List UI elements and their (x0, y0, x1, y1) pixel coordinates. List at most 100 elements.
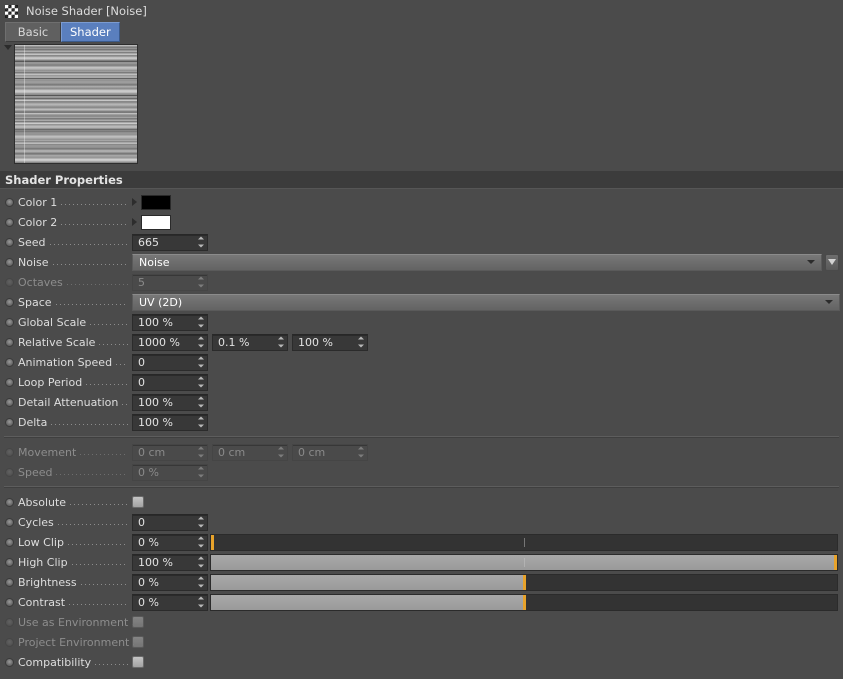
brightness-slider[interactable] (210, 573, 838, 591)
high-clip-slider-handle[interactable] (834, 554, 837, 570)
contrast-input[interactable]: 0 % (132, 593, 208, 611)
brightness-input[interactable]: 0 % (132, 573, 208, 591)
relative-scale-x-value: 1000 % (138, 335, 180, 349)
spinner-icon[interactable] (197, 596, 204, 608)
row-relative-scale: Relative Scale 1000 % 0.1 % 100 % (0, 332, 843, 352)
movement-z-value: 0 cm (298, 445, 326, 459)
tab-basic[interactable]: Basic (5, 22, 61, 42)
row-movement: Movement 0 cm 0 cm 0 cm (0, 442, 843, 462)
shader-preview-thumbnail[interactable] (14, 44, 138, 164)
row-seed: Seed 665 (0, 232, 843, 252)
animate-dot-icon[interactable] (5, 337, 14, 347)
low-clip-input[interactable]: 0 % (132, 533, 208, 551)
spinner-icon[interactable] (197, 336, 204, 348)
animate-dot-icon[interactable] (5, 517, 14, 527)
compatibility-checkbox[interactable] (132, 656, 144, 668)
spinner-icon[interactable] (357, 336, 364, 348)
spinner-icon (197, 276, 204, 288)
high-clip-input[interactable]: 100 % (132, 553, 208, 571)
space-dropdown[interactable]: UV (2D) (132, 293, 840, 311)
leader-dots (90, 317, 128, 328)
label-block-loop-period: Loop Period (5, 376, 132, 389)
animation-speed-input[interactable]: 0 (132, 353, 208, 371)
delta-value: 100 % (138, 415, 173, 429)
animate-dot-icon[interactable] (5, 597, 14, 607)
label-block-compatibility: Compatibility (5, 656, 132, 669)
preview-collapse-triangle-icon[interactable] (2, 45, 14, 50)
animate-dot-icon[interactable] (5, 317, 14, 327)
label-block-octaves: Octaves (5, 276, 132, 289)
spinner-icon[interactable] (197, 236, 204, 248)
brightness-slider-handle[interactable] (523, 574, 526, 590)
spinner-icon[interactable] (197, 396, 204, 408)
spinner-icon[interactable] (197, 416, 204, 428)
spinner-icon[interactable] (197, 556, 204, 568)
animate-dot-icon (5, 277, 14, 287)
animate-dot-icon[interactable] (5, 417, 14, 427)
label-block-animation-speed: Animation Speed (5, 356, 132, 369)
animate-dot-icon[interactable] (5, 257, 14, 267)
relative-scale-z-input[interactable]: 100 % (292, 333, 368, 351)
label-absolute: Absolute (18, 495, 67, 509)
cycles-input[interactable]: 0 (132, 513, 208, 531)
noise-preset-button[interactable] (825, 253, 839, 271)
seed-input[interactable]: 665 (132, 233, 208, 251)
global-scale-input[interactable]: 100 % (132, 313, 208, 331)
spinner-icon[interactable] (197, 316, 204, 328)
relative-scale-x-input[interactable]: 1000 % (132, 333, 208, 351)
section-divider (4, 486, 839, 488)
low-clip-slider-handle[interactable] (211, 534, 214, 550)
label-high-clip: High Clip (18, 555, 68, 569)
absolute-checkbox[interactable] (132, 496, 144, 508)
spinner-icon[interactable] (197, 376, 204, 388)
label-global-scale: Global Scale (18, 315, 87, 329)
leader-dots (61, 197, 128, 208)
label-color-1: Color 1 (18, 195, 58, 209)
preview-noise-pattern-overlay (15, 45, 137, 163)
animate-dot-icon[interactable] (5, 217, 14, 227)
spinner-icon[interactable] (197, 356, 204, 368)
animate-dot-icon[interactable] (5, 237, 14, 247)
expand-triangle-icon-color-1[interactable] (132, 198, 137, 206)
loop-period-input[interactable]: 0 (132, 373, 208, 391)
delta-input[interactable]: 100 % (132, 413, 208, 431)
contrast-slider-handle[interactable] (523, 594, 526, 610)
animate-dot-icon[interactable] (5, 297, 14, 307)
detail-attenuation-input[interactable]: 100 % (132, 393, 208, 411)
color-swatch-color-2[interactable] (141, 214, 171, 230)
animate-dot-icon[interactable] (5, 537, 14, 547)
loop-period-value: 0 (138, 375, 145, 389)
noise-type-dropdown[interactable]: Noise (132, 253, 822, 271)
leader-dots (86, 377, 128, 388)
animate-dot-icon[interactable] (5, 397, 14, 407)
animate-dot-icon[interactable] (5, 577, 14, 587)
spinner-icon[interactable] (277, 336, 284, 348)
row-low-clip: Low Clip 0 % (0, 532, 843, 552)
row-octaves: Octaves 5 (0, 272, 843, 292)
label-movement: Movement (18, 445, 77, 459)
low-clip-slider[interactable] (210, 533, 838, 551)
animate-dot-icon[interactable] (5, 377, 14, 387)
animate-dot-icon[interactable] (5, 497, 14, 507)
expand-triangle-icon-color-2[interactable] (132, 218, 137, 226)
label-noise: Noise (18, 255, 49, 269)
spinner-icon[interactable] (197, 536, 204, 548)
animate-dot-icon[interactable] (5, 197, 14, 207)
spinner-icon[interactable] (197, 576, 204, 588)
spinner-icon (197, 446, 204, 458)
color-swatch-color-1[interactable] (141, 194, 171, 210)
animate-dot-icon[interactable] (5, 557, 14, 567)
relative-scale-y-input[interactable]: 0.1 % (212, 333, 288, 351)
label-block-cycles: Cycles (5, 516, 132, 529)
relative-scale-y-value: 0.1 % (218, 335, 250, 349)
checkerboard-icon (5, 4, 18, 18)
tab-shader[interactable]: Shader (61, 22, 120, 42)
animate-dot-icon[interactable] (5, 357, 14, 367)
leader-dots (61, 217, 128, 228)
preview-guide-line (24, 45, 25, 163)
spinner-icon[interactable] (197, 516, 204, 528)
animate-dot-icon[interactable] (5, 657, 14, 667)
contrast-slider[interactable] (210, 593, 838, 611)
high-clip-slider[interactable] (210, 553, 838, 571)
seed-value: 665 (138, 235, 159, 249)
